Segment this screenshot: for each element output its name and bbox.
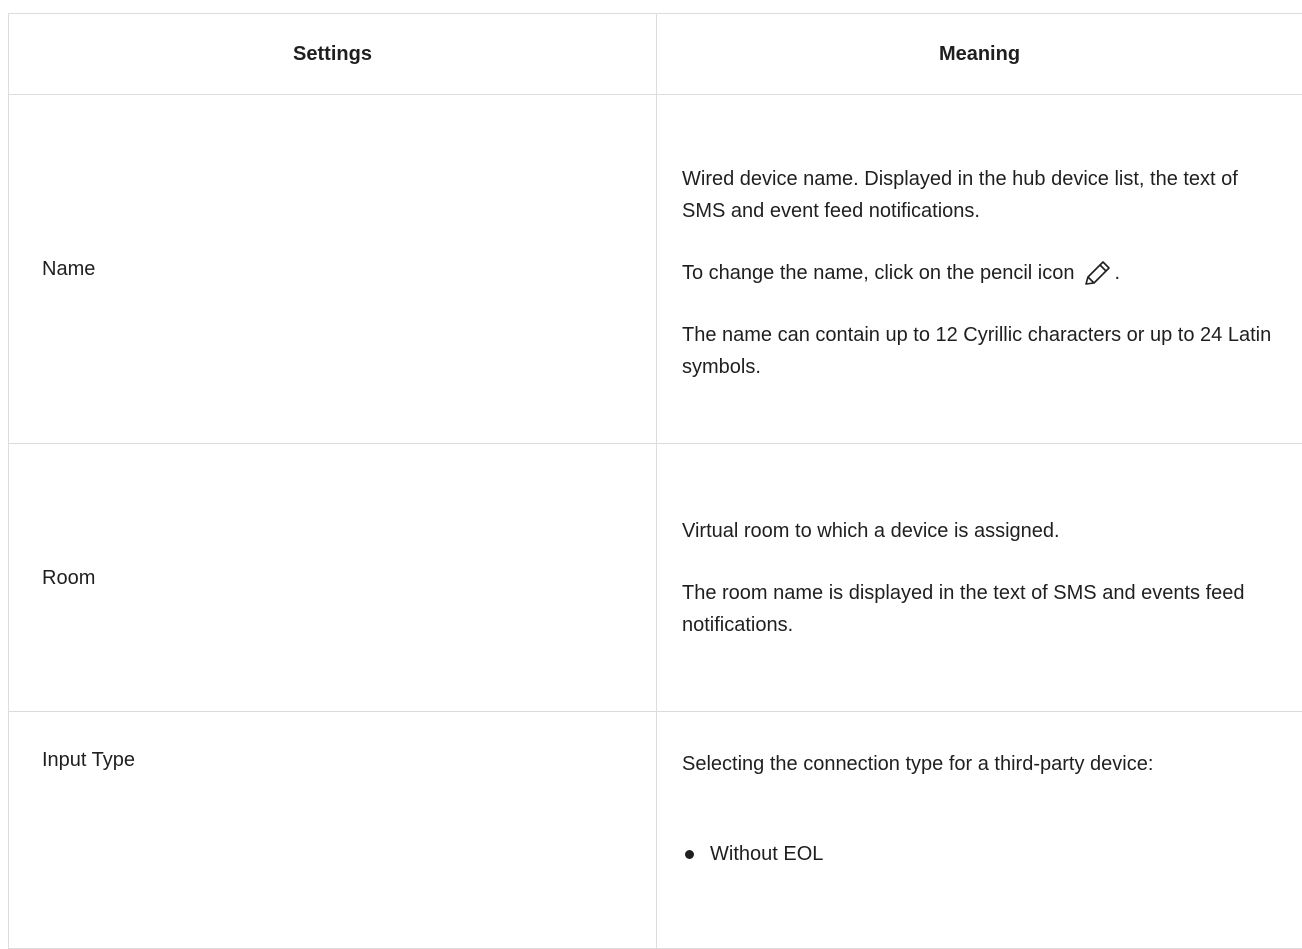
table-row: Input Type Selecting the connection type… <box>9 712 1302 949</box>
setting-room-label: Room <box>9 444 657 712</box>
table-row: Room Virtual room to which a device is a… <box>9 444 1302 712</box>
name-change-text: To change the name, click on the pencil … <box>682 257 1074 289</box>
input-type-description: Selecting the connection type for a thir… <box>682 748 1274 780</box>
table-row: Name Wired device name. Displayed in the… <box>9 95 1302 444</box>
setting-input-type-meaning: Selecting the connection type for a thir… <box>657 712 1302 949</box>
header-meaning: Meaning <box>657 14 1302 95</box>
header-settings: Settings <box>9 14 657 95</box>
setting-input-type-label: Input Type <box>9 712 657 949</box>
name-description: Wired device name. Displayed in the hub … <box>682 163 1274 227</box>
pencil-icon <box>1080 257 1114 289</box>
table-header-row: Settings Meaning <box>9 14 1302 95</box>
room-display-note: The room name is displayed in the text o… <box>682 577 1274 641</box>
name-length-limit: The name can contain up to 12 Cyrillic c… <box>682 319 1274 383</box>
input-type-options: Without EOL <box>682 838 1274 870</box>
bullet-icon <box>685 850 694 859</box>
name-change-instruction: To change the name, click on the pencil … <box>682 257 1274 289</box>
room-description: Virtual room to which a device is assign… <box>682 515 1274 547</box>
name-change-suffix: . <box>1114 257 1120 289</box>
setting-name-meaning: Wired device name. Displayed in the hub … <box>657 95 1302 444</box>
setting-name-label: Name <box>9 95 657 444</box>
settings-table: Settings Meaning Name Wired device name.… <box>8 13 1302 949</box>
list-item: Without EOL <box>682 838 1274 870</box>
option-without-eol: Without EOL <box>710 838 823 870</box>
setting-room-meaning: Virtual room to which a device is assign… <box>657 444 1302 712</box>
